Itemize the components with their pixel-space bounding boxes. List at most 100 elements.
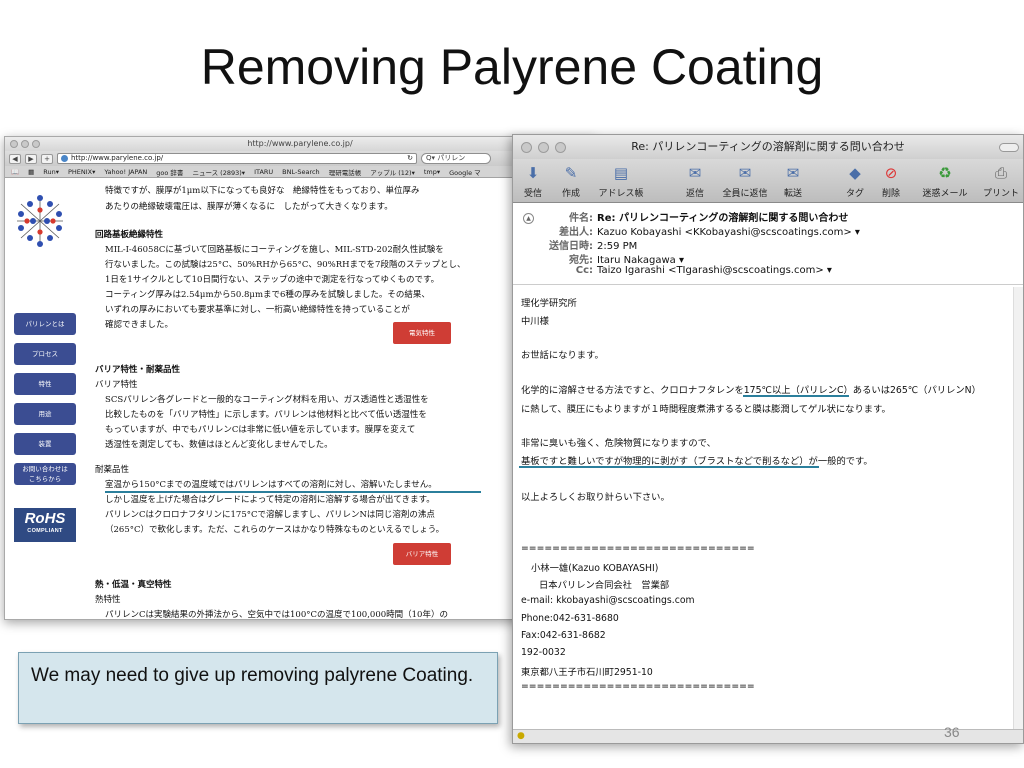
text-line: もっていますが、中でもパリレンCは非常に低い値を示しています。膜厚を変えて [105, 425, 416, 435]
inbox-icon: ⬇ [526, 164, 540, 182]
browser-window: http://www.parylene.co.jp/ ◀ ▶ + http://… [4, 136, 596, 620]
barrier-properties-button[interactable]: バリア特性 [393, 543, 451, 565]
signature-line: 小林一雄(Kazuo KOBAYASHI) [531, 563, 659, 574]
junk-button[interactable]: ♻ 迷惑メール [919, 163, 971, 199]
bookmark-item[interactable]: ニュース (2893)▾ [192, 167, 245, 177]
zoom-button[interactable] [32, 140, 40, 148]
browser-content: パリレンとは プロセス 特性 用途 装置 お問い合わせは こちらから RoHS C… [5, 178, 595, 619]
junk-bin-icon: ♻ [938, 164, 952, 182]
bookmark-item[interactable]: アップル (12)▾ [370, 167, 415, 177]
add-bookmark-button[interactable]: + [41, 153, 53, 164]
toolbar-toggle-button[interactable] [999, 143, 1019, 152]
get-mail-button[interactable]: ⬇ 受信 [517, 163, 549, 199]
cc-row: Cc: Taizo Igarashi <TIgarashi@scscoatings… [575, 265, 832, 276]
url-input[interactable]: http://www.parylene.co.jp/↻ [57, 153, 417, 164]
tag-icon: ◆ [849, 164, 861, 182]
body-line: 理化学研究所 [521, 298, 577, 309]
text-line: 比較したものを「バリア特性」に示します。パリレンは他材料と比べて低い透湿性を [105, 410, 427, 420]
subsection-heading: 熱特性 [95, 595, 121, 605]
body-line: お世話になります。 [521, 350, 604, 361]
body-line: 非常に臭いも強く、危険物質になりますので、 [521, 438, 716, 449]
reply-icon: ✉ [688, 164, 702, 182]
forward-button[interactable]: ▶ [25, 153, 37, 164]
nav-equipment[interactable]: 装置 [14, 433, 76, 455]
close-button[interactable] [10, 140, 18, 148]
zoom-button[interactable] [555, 142, 566, 153]
text-line: しかし温度を上げた場合はグレードによって特定の溶剤に溶解する場合が出てきます。 [105, 495, 435, 505]
text-line: パリレンCはクロロナフタリンに175°Cで溶解しますし、パリレンNは同じ溶剤の沸… [105, 510, 435, 520]
cc-address[interactable]: Taizo Igarashi <TIgarashi@scscoatings.co… [597, 265, 832, 276]
printer-icon: ⎙ [994, 164, 1007, 182]
side-nav: パリレンとは プロセス 特性 用途 装置 お問い合わせは こちらから [14, 313, 76, 493]
minimize-button[interactable] [21, 140, 29, 148]
mail-scrollbar[interactable] [1013, 287, 1023, 729]
close-button[interactable] [521, 142, 532, 153]
signature-line: Fax:042-631-8682 [521, 630, 606, 641]
bookmark-item[interactable]: PHENIX▾ [68, 168, 95, 176]
search-input[interactable]: Q▾ パリレン [421, 153, 491, 164]
body-line: 化学的に溶解させる方法ですと、クロロナフタレンを175℃以上（パリレンC）あるい… [521, 385, 981, 396]
tag-button[interactable]: ◆ タグ [839, 163, 871, 199]
text-line: パリレンCは実験結果の外挿法から、空気中では100°Cの温度で100,000時間… [105, 610, 448, 620]
text-line: SCSパリレン各グレードと一般的なコーティング材料を用い、ガス透過性と透湿性を [105, 395, 429, 405]
nav-properties[interactable]: 特性 [14, 373, 76, 395]
browser-toolbar: ◀ ▶ + http://www.parylene.co.jp/↻ Q▾ パリレ… [5, 151, 595, 166]
nav-process[interactable]: プロセス [14, 343, 76, 365]
text-line: 行ないました。この試験は25°C、50%RHから65°C、90%RHまでを7段階… [105, 260, 466, 270]
reload-icon[interactable]: ↻ [407, 154, 413, 163]
bookmark-item[interactable]: Google マ [449, 167, 481, 177]
mail-toolbar: ⬇ 受信 ✎ 作成 ▤ アドレス帳 ✉ 返信 ✉ 全員に返信 ✉ 転送 ◆ タグ ⊘ 削除 ♻ 迷… [513, 159, 1023, 203]
text-line: MIL-I-46058Cに基づいて回路基板にコーティングを施し、MIL-STD-… [105, 245, 444, 255]
forward-button[interactable]: ✉ 転送 [777, 163, 809, 199]
section-heading: バリア特性・耐薬品性 [95, 365, 181, 375]
compose-button[interactable]: ✎ 作成 [555, 163, 587, 199]
browser-titlebar: http://www.parylene.co.jp/ [5, 137, 595, 151]
bookmark-item[interactable]: 理研電話帳 [329, 167, 362, 177]
address-book-icon: ▤ [613, 164, 629, 182]
reply-button[interactable]: ✉ 返信 [679, 163, 711, 199]
forward-icon: ✉ [786, 164, 800, 182]
mail-window-title: Re: パリレンコーティングの溶解剤に関する問い合わせ [631, 140, 905, 153]
delete-button[interactable]: ⊘ 削除 [875, 163, 907, 199]
nav-applications[interactable]: 用途 [14, 403, 76, 425]
text-line: いずれの厚みにおいても要求基準に対し、一桁高い絶縁特性を持っていることが [105, 305, 410, 315]
reading-list-icon[interactable]: 📖 [11, 168, 19, 176]
nav-contact[interactable]: お問い合わせは こちらから [14, 463, 76, 485]
signature-separator: ============================== [521, 681, 755, 692]
address-book-button[interactable]: ▤ アドレス帳 [593, 163, 649, 199]
compose-icon: ✎ [564, 164, 578, 182]
body-line: 基板ですと難しいですが物理的に剥がす（ブラストなどで削るなど）が一般的です。 [521, 456, 873, 467]
text-line: 透湿性を測定しても、数値はほとんど変化しませんでした。 [105, 440, 333, 450]
to-row: 宛先: Itaru Nakagawa ▾ [569, 255, 684, 266]
grid-icon[interactable]: ▦ [28, 168, 34, 176]
mail-titlebar: Re: パリレンコーティングの溶解剤に関する問い合わせ [513, 135, 1023, 159]
print-button[interactable]: ⎙ プリント [979, 163, 1023, 199]
bookmark-item[interactable]: goo 辞書 [156, 167, 183, 177]
subsection-heading: 耐薬品性 [95, 465, 130, 475]
date-row: 送信日時: 2:59 PM [549, 241, 638, 252]
highlight-underline [743, 395, 849, 397]
mail-window: Re: パリレンコーティングの溶解剤に関する問い合わせ ⬇ 受信 ✎ 作成 ▤ アドレ… [512, 134, 1024, 744]
bookmark-item[interactable]: Yahoo! JAPAN [104, 168, 147, 176]
signature-separator: ============================== [521, 543, 755, 554]
globe-icon [61, 155, 68, 162]
bookmark-item[interactable]: BNL-Search [282, 168, 320, 176]
bookmark-item[interactable]: Run▾ [43, 168, 59, 176]
text-line-highlighted: 室温から150°Cまでの温度域ではパリレンはすべての溶剤に対し、溶解いたしません… [105, 480, 437, 490]
browser-title: http://www.parylene.co.jp/ [247, 139, 353, 148]
subject-row: 件名: Re: パリレンコーティングの溶解剤に関する問い合わせ [569, 213, 849, 224]
back-button[interactable]: ◀ [9, 153, 21, 164]
signature-line: 日本パリレン合同会社 営業部 [539, 580, 670, 591]
bookmark-item[interactable]: tmp▾ [424, 168, 440, 176]
nav-about-parylene[interactable]: パリレンとは [14, 313, 76, 335]
signature-email[interactable]: e-mail: kkobayashi@scscoatings.com [521, 595, 695, 606]
minimize-button[interactable] [538, 142, 549, 153]
text-line: 特徴ですが、膜厚が1μm以下になっても良好な 絶縁特性をもっており、単位厚み [105, 186, 420, 196]
bookmarks-bar: 📖 ▦ Run▾ PHENIX▾ Yahoo! JAPAN goo 辞書 ニュー… [5, 166, 595, 178]
from-row: 差出人: Kazuo Kobayashi <KKobayashi@scscoati… [559, 227, 860, 238]
slide-title: Removing Palyrene Coating [200, 39, 824, 95]
reply-all-button[interactable]: ✉ 全員に返信 [717, 163, 773, 199]
electrical-properties-button[interactable]: 電気特性 [393, 322, 451, 344]
bookmark-item[interactable]: ITARU [254, 168, 273, 176]
signature-line: Phone:042-631-8680 [521, 613, 619, 624]
